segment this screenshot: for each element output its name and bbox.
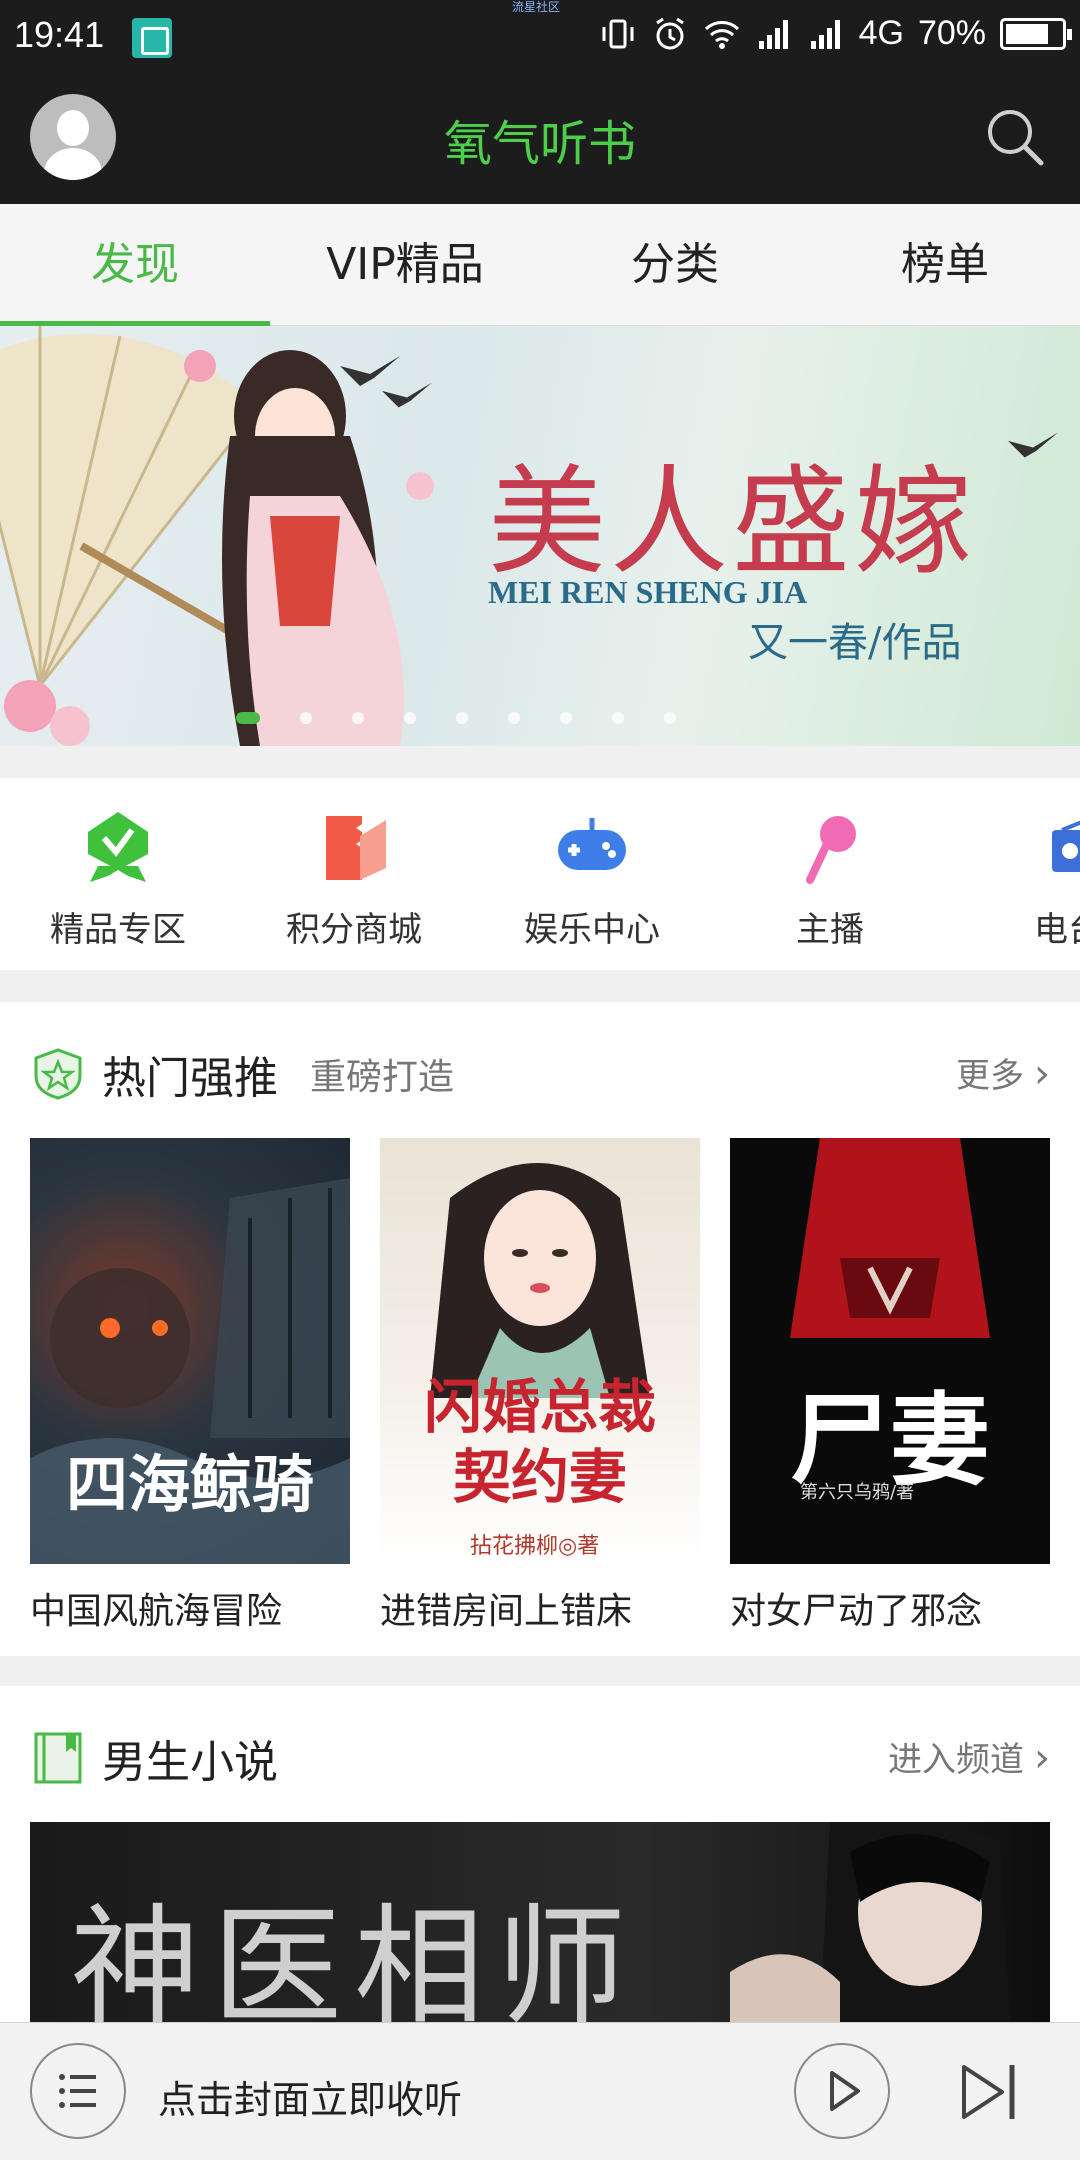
radio-icon <box>1052 820 1080 872</box>
male-novel-banner[interactable]: 神医相师 <box>30 1822 1050 2022</box>
promo-banner[interactable]: 美人盛嫁 MEI REN SHENG JIA 又一春/作品 <box>0 326 1080 746</box>
carousel-dot[interactable] <box>300 712 312 724</box>
scan-icon <box>132 18 172 58</box>
alarm-icon <box>655 17 684 49</box>
quick-entry-premium[interactable]: 精品专区 <box>28 808 208 951</box>
hot-recommend-section: 热门强推 重磅打造 更多 四海鲸骑 中国风航海冒险 <box>0 1002 1080 1656</box>
play-icon[interactable] <box>794 2043 890 2139</box>
carousel-dot[interactable] <box>508 712 520 724</box>
book-cover[interactable]: 四海鲸骑 <box>30 1138 350 1564</box>
skip-next-icon[interactable] <box>956 2059 1022 2125</box>
quick-entry-label: 电台 <box>1034 910 1080 950</box>
quick-entry-row: 精品专区 积分商城 娱乐中心 主播 电台 <box>0 778 1080 970</box>
bottom-player: 点击封面立即收听 <box>0 2022 1080 2160</box>
book-cover[interactable]: 闪婚总裁契约妻 拈花拂柳◎著 <box>380 1138 700 1564</box>
cover-title: 闪婚总裁契约妻 <box>423 1373 656 1511</box>
more-link[interactable]: 更多 <box>956 1048 1050 1097</box>
shield-star-icon <box>34 1048 82 1100</box>
section-title: 热门强推 <box>102 1053 278 1104</box>
carousel-dots <box>236 712 676 724</box>
status-time: 19:41 <box>14 14 105 55</box>
book-cover[interactable]: 尸妻 第六只乌鸦/著 <box>730 1138 1050 1564</box>
network-type: 4G <box>858 14 904 52</box>
ticket-icon <box>326 816 386 880</box>
player-prompt[interactable]: 点击封面立即收听 <box>158 2069 462 2124</box>
book-title: 对女尸动了邪念 <box>730 1591 983 1632</box>
search-icon[interactable] <box>980 102 1050 172</box>
carousel-dot[interactable] <box>236 712 260 724</box>
quick-entry-label: 娱乐中心 <box>524 910 660 950</box>
signal-icon <box>758 19 788 49</box>
carousel-dot[interactable] <box>560 712 572 724</box>
quick-entry-points-mall[interactable]: 积分商城 <box>264 808 444 951</box>
app-header: 氧气听书 <box>0 72 1080 204</box>
battery-percent: 70% <box>917 14 986 52</box>
gamepad-icon <box>558 818 626 870</box>
banner-title: 美人盛嫁 <box>488 453 977 591</box>
main-tabs: 发现 VIP精品 分类 榜单 <box>0 204 1080 326</box>
carousel-dot[interactable] <box>352 712 364 724</box>
male-novels-section: 男生小说 进入频道 神医相师 <box>0 1686 1080 2026</box>
microphone-icon <box>806 816 856 884</box>
book-card[interactable]: 闪婚总裁契约妻 拈花拂柳◎著 进错房间上错床 <box>380 1138 700 1634</box>
book-card[interactable]: 四海鲸骑 中国风航海冒险 <box>30 1138 350 1634</box>
tab-vip[interactable]: VIP精品 <box>270 204 540 325</box>
carousel-dot[interactable] <box>404 712 416 724</box>
quick-entry-label: 主播 <box>796 910 864 950</box>
quick-entry-entertainment[interactable]: 娱乐中心 <box>502 808 682 951</box>
status-tiny-label: 流星社区 <box>512 0 561 14</box>
tab-discover[interactable]: 发现 <box>0 204 270 326</box>
status-bar: 19:41 流星社区 4G 70% <box>0 0 1080 72</box>
carousel-dot[interactable] <box>612 712 624 724</box>
banner-subtitle: MEI REN SHENG JIA <box>488 574 808 610</box>
cover-author: 第六只乌鸦/著 <box>800 1482 915 1503</box>
wifi-icon <box>704 20 739 49</box>
banner-author: 又一春/作品 <box>748 620 962 666</box>
swallow-icon <box>1008 432 1058 458</box>
book-card[interactable]: 尸妻 第六只乌鸦/著 对女尸动了邪念 <box>730 1138 1050 1634</box>
book-title: 进错房间上错床 <box>380 1591 633 1632</box>
tab-ranking[interactable]: 榜单 <box>810 204 1080 325</box>
signal-icon <box>810 19 840 49</box>
swallow-icon <box>382 382 432 408</box>
quick-entry-label: 积分商城 <box>286 910 422 950</box>
list-icon[interactable] <box>30 2043 126 2139</box>
male-banner-title: 神医相师 <box>70 1891 639 2022</box>
book-title: 中国风航海冒险 <box>30 1591 283 1632</box>
quick-entry-radio[interactable]: 电台 <box>966 808 1080 951</box>
enter-channel-link[interactable]: 进入频道 <box>888 1732 1050 1781</box>
section-title: 男生小说 <box>102 1737 278 1788</box>
book-icon <box>34 1732 82 1784</box>
male-banner-art <box>730 1822 1010 2022</box>
cover-author: 拈花拂柳◎著 <box>470 1534 600 1559</box>
quick-entry-label: 精品专区 <box>50 910 186 950</box>
section-subtitle: 重磅打造 <box>310 1057 455 1098</box>
tab-category[interactable]: 分类 <box>540 204 810 325</box>
badge-icon <box>88 812 148 882</box>
cover-title: 四海鲸骑 <box>65 1448 314 1521</box>
vibrate-icon <box>602 19 634 48</box>
battery-icon <box>1000 17 1072 50</box>
quick-entry-anchor[interactable]: 主播 <box>740 808 920 951</box>
app-title: 氧气听书 <box>443 116 636 172</box>
carousel-dot[interactable] <box>456 712 468 724</box>
carousel-dot[interactable] <box>664 712 676 724</box>
